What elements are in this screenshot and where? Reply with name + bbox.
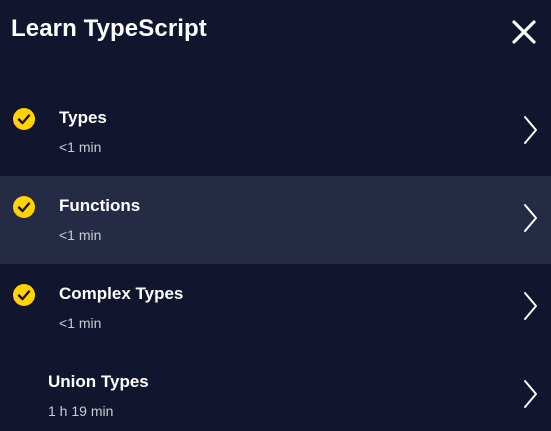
lesson-duration: <1 min xyxy=(59,139,102,155)
lesson-item-union-types[interactable]: Union Types 1 h 19 min xyxy=(0,352,551,431)
chevron-right-icon xyxy=(522,114,538,146)
lesson-title: Types xyxy=(59,108,107,127)
check-circle-icon xyxy=(13,196,35,218)
lesson-duration: <1 min xyxy=(59,227,102,243)
lesson-duration: 1 h 19 min xyxy=(48,403,114,419)
lesson-title: Union Types xyxy=(48,372,149,391)
close-button[interactable] xyxy=(505,13,543,51)
close-icon xyxy=(512,20,536,44)
lesson-duration: <1 min xyxy=(59,315,102,331)
course-title: Learn TypeScript xyxy=(11,15,207,42)
chevron-right-icon xyxy=(522,290,538,322)
lesson-list: Types <1 min Functions <1 min Complex Ty… xyxy=(0,88,551,431)
lesson-title: Functions xyxy=(59,196,141,215)
chevron-right-icon xyxy=(522,378,538,410)
lesson-title: Complex Types xyxy=(59,284,184,303)
lesson-item-types[interactable]: Types <1 min xyxy=(0,88,551,176)
chevron-right-icon xyxy=(522,202,538,234)
check-circle-icon xyxy=(13,284,35,306)
panel-header: Learn TypeScript xyxy=(0,0,551,64)
lesson-item-complex-types[interactable]: Complex Types <1 min xyxy=(0,264,551,352)
check-circle-icon xyxy=(13,108,35,130)
course-panel: Learn TypeScript Types <1 min Functions … xyxy=(0,0,551,431)
lesson-item-functions[interactable]: Functions <1 min xyxy=(0,176,551,264)
